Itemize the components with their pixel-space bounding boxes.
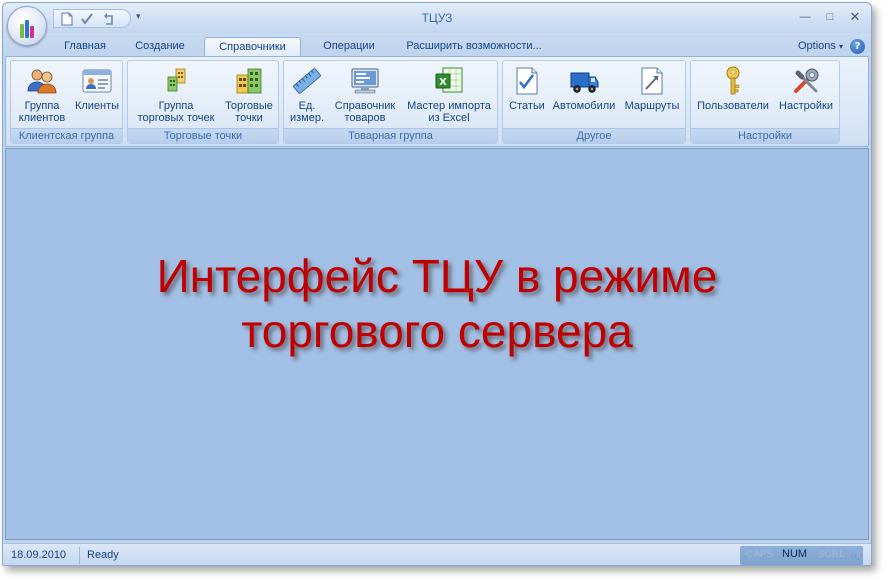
ribbon-panel: Группа клиентов Клиенты Клиентская групп… xyxy=(5,56,869,147)
title-bar: ▾ ТЦУЗ — □ ✕ xyxy=(3,3,871,33)
application-menu-button[interactable] xyxy=(7,6,47,46)
contact-card-icon xyxy=(81,65,113,97)
clients-button[interactable]: Клиенты xyxy=(72,65,122,127)
group-label-other: Другое xyxy=(503,128,685,143)
app-window: ▾ ТЦУЗ — □ ✕ Главная Создание Справочник… xyxy=(2,2,872,566)
users-button[interactable]: Пользователи xyxy=(694,65,772,127)
trade-points-label-1: Торговые xyxy=(225,100,273,112)
product-catalog-button[interactable]: Справочник товаров xyxy=(329,65,401,127)
group-other: Статьи Автомобили Маршруты Другое xyxy=(502,60,686,144)
excel-import-label-2: из Excel xyxy=(428,112,470,124)
status-date: 18.09.2010 xyxy=(11,549,67,561)
group-label-clients: Клиентская группа xyxy=(11,128,122,143)
units-label-2: измер. xyxy=(289,112,325,124)
tab-rasshirit[interactable]: Расширить возможности... xyxy=(399,37,549,58)
resize-grip-icon[interactable]: ⋱ xyxy=(851,551,860,561)
client-group-label-2: клиентов xyxy=(18,112,66,124)
checklist-icon xyxy=(511,65,543,97)
options-menu[interactable]: Options ▾ xyxy=(798,40,843,52)
ruler-icon xyxy=(291,65,323,97)
excel-import-icon: X xyxy=(433,65,465,97)
headline-line-2: торгового сервера xyxy=(241,305,633,357)
headline-line-1: Интерфейс ТЦУ в режиме xyxy=(156,250,718,302)
status-divider xyxy=(79,547,80,564)
caps-indicator: CAPS xyxy=(746,549,774,560)
settings-label: Настройки xyxy=(779,100,833,112)
svg-text:X: X xyxy=(439,77,447,88)
route-document-icon xyxy=(636,65,668,97)
num-indicator: NUM xyxy=(782,548,808,560)
group-label-settings: Настройки xyxy=(691,128,839,143)
articles-button[interactable]: Статьи xyxy=(507,65,547,127)
product-catalog-label-1: Справочник xyxy=(334,100,396,112)
excel-import-label-1: Мастер импорта xyxy=(407,100,491,112)
scrl-indicator: SCRL xyxy=(818,549,845,560)
main-workspace: Интерфейс ТЦУ в режиме торгового сервера xyxy=(5,148,869,540)
routes-button[interactable]: Маршруты xyxy=(621,65,683,127)
app-logo-icon xyxy=(20,16,38,38)
help-icon[interactable]: ? xyxy=(850,39,865,54)
product-catalog-label-2: товаров xyxy=(344,112,386,124)
settings-button[interactable]: Настройки xyxy=(774,65,838,127)
keyboard-indicators: CAPS NUM SCRL ⋱ xyxy=(740,546,863,565)
articles-label: Статьи xyxy=(509,100,545,112)
trade-points-button[interactable]: Торговые точки xyxy=(222,65,276,127)
group-clients: Группа клиентов Клиенты Клиентская групп… xyxy=(10,60,123,144)
client-group-button[interactable]: Группа клиентов xyxy=(14,65,70,127)
excel-import-button[interactable]: X Мастер импорта из Excel xyxy=(403,65,495,127)
cars-label: Автомобили xyxy=(552,100,616,112)
tools-icon xyxy=(790,65,822,97)
users-icon xyxy=(26,65,58,97)
tab-spravochniki[interactable]: Справочники xyxy=(204,37,301,58)
building-group-icon xyxy=(160,65,192,97)
tab-glavnaya[interactable]: Главная xyxy=(55,37,115,58)
group-products: Ед. измер. Справочник товаров X Мастер и… xyxy=(283,60,498,144)
key-icon xyxy=(717,65,749,97)
options-label: Options xyxy=(798,40,836,52)
trade-point-group-label-2: торговых точек xyxy=(137,112,215,124)
building-icon xyxy=(233,65,265,97)
trade-point-group-button[interactable]: Группа торговых точек xyxy=(132,65,220,127)
trade-point-group-label-1: Группа xyxy=(158,100,194,112)
group-label-products: Товарная группа xyxy=(284,128,497,143)
minimize-button[interactable]: — xyxy=(797,9,813,25)
clients-label: Клиенты xyxy=(74,100,120,112)
trade-points-label-2: точки xyxy=(235,112,263,124)
status-text: Ready xyxy=(87,549,119,561)
routes-label: Маршруты xyxy=(624,100,680,112)
close-button[interactable]: ✕ xyxy=(847,9,863,25)
chevron-down-icon: ▾ xyxy=(838,42,843,51)
maximize-button[interactable]: □ xyxy=(822,9,838,25)
units-label-1: Ед. xyxy=(298,100,316,112)
truck-icon xyxy=(568,65,600,97)
status-bar: 18.09.2010 Ready CAPS NUM SCRL ⋱ xyxy=(3,543,871,565)
window-title: ТЦУЗ xyxy=(421,11,453,25)
units-button[interactable]: Ед. измер. xyxy=(287,65,327,127)
tab-sozdanie[interactable]: Создание xyxy=(127,37,193,58)
group-trade-points: Группа торговых точек Торговые точки Тор… xyxy=(127,60,279,144)
ribbon-tabs: Главная Создание Справочники Операции Ра… xyxy=(3,33,871,58)
client-group-label-1: Группа xyxy=(24,100,60,112)
group-label-trade-points: Торговые точки xyxy=(128,128,278,143)
users-label: Пользователи xyxy=(697,100,769,112)
cars-button[interactable]: Автомобили xyxy=(549,65,619,127)
monitor-catalog-icon xyxy=(349,65,381,97)
tab-operacii[interactable]: Операции xyxy=(309,37,389,58)
group-settings: Пользователи Настройки Настройки xyxy=(690,60,840,144)
